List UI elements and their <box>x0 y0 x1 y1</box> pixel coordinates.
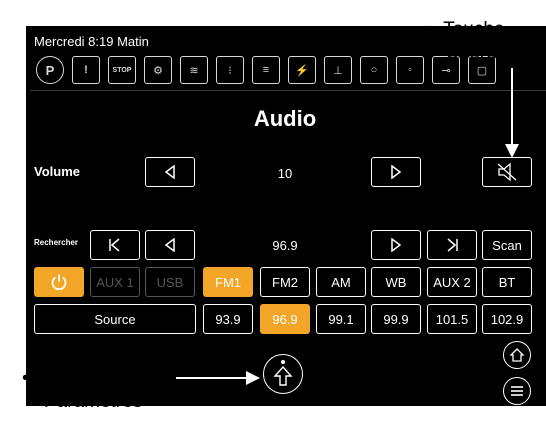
mute-callout-arrow <box>505 68 519 158</box>
source-usb-button[interactable]: USB <box>145 267 195 297</box>
previous-track-button[interactable] <box>90 230 140 260</box>
callout-settings-line2: Paramètres <box>44 391 143 412</box>
source-fm2-button[interactable]: FM2 <box>260 267 310 297</box>
callout-settings-line1: Touche <box>39 368 101 389</box>
next-track-button[interactable] <box>427 230 477 260</box>
source-wb-button[interactable]: WB <box>371 267 421 297</box>
settings-callout: • Touche Paramètres <box>22 367 142 413</box>
bullet: • <box>22 368 40 389</box>
temp-icon: ≋ <box>180 56 208 84</box>
warning-icon: ! <box>72 56 100 84</box>
oil-level-icon: ◦ <box>396 56 424 84</box>
skip-forward-icon <box>447 238 458 252</box>
triangle-right-icon <box>391 238 402 252</box>
preset-button-active[interactable]: 96.9 <box>260 304 310 334</box>
bullet: • <box>426 19 444 40</box>
engine-icon: ⚙ <box>144 56 172 84</box>
seek-up-button[interactable] <box>371 230 421 260</box>
preset-button[interactable]: 99.9 <box>371 304 421 334</box>
hamburger-menu-icon <box>511 386 523 396</box>
page-title: Audio <box>253 106 317 131</box>
parking-brake-icon: P <box>36 56 64 84</box>
mute-button[interactable] <box>482 157 532 187</box>
frequency-value: 96.9 <box>272 238 298 253</box>
power-icon <box>51 274 67 291</box>
source-button[interactable]: Source <box>34 304 196 334</box>
skip-back-icon <box>109 238 120 252</box>
oil-icon: ⁝ <box>216 56 244 84</box>
seek-down-button[interactable] <box>145 230 195 260</box>
source-fm1-button[interactable]: FM1 <box>203 267 253 297</box>
search-label: Rechercher <box>34 238 79 247</box>
home-button[interactable] <box>503 341 531 369</box>
preset-button[interactable]: 93.9 <box>203 304 253 334</box>
mute-callout: • Touche Sourdine <box>426 18 522 64</box>
scan-button[interactable]: Scan <box>482 230 532 260</box>
callout-mute-line2: Sourdine <box>446 42 523 63</box>
pressure-icon: ○ <box>360 56 388 84</box>
settings-callout-arrow <box>176 371 260 385</box>
preset-button[interactable]: 99.1 <box>316 304 366 334</box>
source-aux1-button[interactable]: AUX 1 <box>90 267 140 297</box>
triangle-right-icon <box>391 165 402 179</box>
power-button[interactable] <box>34 267 84 297</box>
source-aux2-button[interactable]: AUX 2 <box>427 267 477 297</box>
settings-button[interactable] <box>263 354 303 394</box>
preset-button[interactable]: 102.9 <box>482 304 532 334</box>
datetime: Mercredi 8:19 Matin <box>34 34 149 49</box>
volume-value: 10 <box>277 166 293 181</box>
volume-label: Volume <box>34 164 80 179</box>
battery-icon: ⚡ <box>288 56 316 84</box>
volume-up-button[interactable] <box>371 157 421 187</box>
volume-down-button[interactable] <box>145 157 195 187</box>
divider <box>30 90 546 91</box>
home-icon <box>509 348 525 362</box>
coolant-icon: ⊥ <box>324 56 352 84</box>
source-am-button[interactable]: AM <box>316 267 366 297</box>
menu-button[interactable] <box>503 377 531 405</box>
speaker-mute-icon <box>497 162 517 182</box>
triangle-left-icon <box>164 238 175 252</box>
source-bt-button[interactable]: BT <box>482 267 532 297</box>
callout-mute-line1: Touche <box>443 19 505 40</box>
triangle-left-icon <box>164 165 175 179</box>
preset-button[interactable]: 101.5 <box>427 304 477 334</box>
settings-up-arrow-icon <box>273 360 293 386</box>
stop-icon: STOP <box>108 56 136 84</box>
fuel-icon: ≡ <box>252 56 280 84</box>
